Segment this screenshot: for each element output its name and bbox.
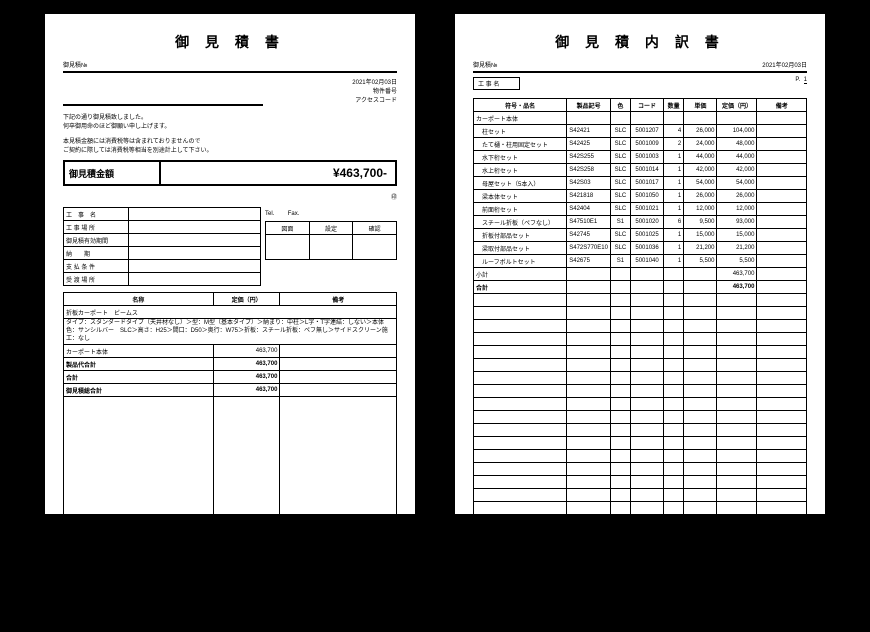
- estimate-no-label: 御見積№: [473, 60, 497, 69]
- table-row: [474, 385, 807, 398]
- tax-note2: ご契約に際しては消費税等相当を別途計上して下さい。: [63, 145, 397, 154]
- table-row: [474, 476, 807, 489]
- work-info-table: 工 事 名 工 事 場 所 御見積有効期間 納 期 支 払 条 件 受 渡 場 …: [63, 207, 261, 286]
- tax-note1: 本見積金額には消費税等は含まれておりませんので: [63, 136, 397, 145]
- total-label: 御見積金額: [65, 162, 161, 184]
- date: 2021年02月03日: [762, 60, 807, 69]
- total-box: 御見積金額 ¥463,700-: [63, 160, 397, 186]
- table-row: 梁取付部品セットS472S770E10SLC5001036121,20021,2…: [474, 242, 807, 255]
- table-row: ルーフボルトセットS42675S1500104015,5005,500: [474, 255, 807, 268]
- table-row: [474, 424, 807, 437]
- estimate-page: 御 見 積 書 御見積№ 2021年02月03日 物件番号 アクセスコード 下記…: [45, 14, 415, 514]
- table-row: [474, 372, 807, 385]
- table-row: カーポート本体: [474, 112, 807, 125]
- table-row: [474, 489, 807, 502]
- table-row: [474, 528, 807, 541]
- table-row: 水上桁セットS42S258SLC5001014142,00042,000: [474, 164, 807, 177]
- work-name-label: 工 事 名: [473, 77, 520, 90]
- footer: 表紙: [63, 551, 397, 560]
- table-row: 前面桁セットS42404SLC5001021112,00012,000: [474, 203, 807, 216]
- intro-line1: 下記の通り御見積致しました。: [63, 112, 397, 121]
- table-row: [474, 580, 807, 593]
- table-row: [474, 333, 807, 346]
- table-row: [474, 346, 807, 359]
- date: 2021年02月03日: [63, 77, 397, 86]
- page-title: 御 見 積 書: [63, 32, 397, 52]
- page-title: 御 見 積 内 訳 書: [473, 32, 807, 52]
- access-code-label: アクセスコード: [63, 95, 397, 104]
- table-row: [474, 619, 807, 632]
- table-row: [474, 541, 807, 554]
- table-row: 小計463,700: [474, 268, 807, 281]
- table-row: [474, 411, 807, 424]
- table-row: [474, 502, 807, 515]
- table-row: スチール折板（ペフなし）S47510E1S1500102069,50093,00…: [474, 216, 807, 229]
- table-row: [474, 593, 807, 606]
- property-no-label: 物件番号: [63, 86, 397, 95]
- table-row: [474, 515, 807, 528]
- table-row: [474, 463, 807, 476]
- table-row: [474, 450, 807, 463]
- table-row: たて樋・柱用固定セットS42425SLC5001009224,00048,000: [474, 138, 807, 151]
- intro-line2: 何卒御用命のほど御願い申し上げます。: [63, 121, 397, 130]
- table-row: 水下桁セットS42S255SLC5001003144,00044,000: [474, 151, 807, 164]
- table-row: [474, 554, 807, 567]
- table-row: 柱セットS42421SLC5001207426,000104,000: [474, 125, 807, 138]
- stamp-table: 図面設定確認: [265, 221, 397, 260]
- table-row: [474, 606, 807, 619]
- table-row: 梁本体セットS421818SLC5001050126,00026,000: [474, 190, 807, 203]
- table-row: [474, 320, 807, 333]
- total-amount: ¥463,700-: [161, 166, 395, 180]
- table-row: [474, 437, 807, 450]
- breakdown-page: 御 見 積 内 訳 書 御見積№ 2021年02月03日 工 事 名 P. 1 …: [455, 14, 825, 514]
- table-row: [474, 294, 807, 307]
- table-row: 折板付部品セットS42745SLC5001025115,00015,000: [474, 229, 807, 242]
- table-row: [474, 307, 807, 320]
- estimate-no-label: 御見積№: [63, 60, 87, 69]
- table-row: [474, 398, 807, 411]
- stamp-mark: ㊞: [63, 192, 397, 201]
- breakdown-table: 符号・品名 製品記号 色 コード 数量 単価 定価（円） 備考 カーポート本体 …: [473, 98, 807, 632]
- table-row: 母屋セット（5本入）S42S03SLC5001017154,00054,000: [474, 177, 807, 190]
- detail-table: 名称 定価（円） 備考 折板カーポート ビームス タイプ：スタンダードタイプ（天…: [63, 292, 397, 547]
- table-row: 合計463,700: [474, 281, 807, 294]
- table-row: [474, 359, 807, 372]
- table-row: [474, 567, 807, 580]
